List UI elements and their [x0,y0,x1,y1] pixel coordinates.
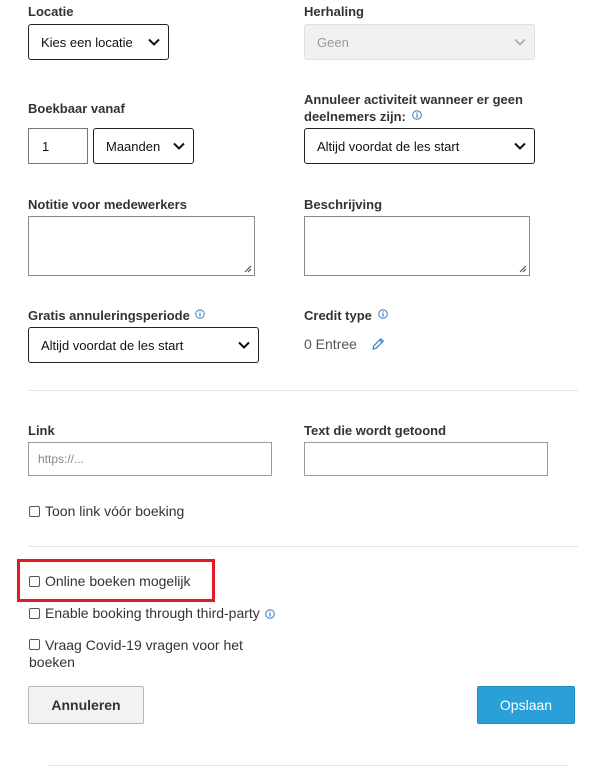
staff-note-textarea[interactable] [28,216,255,276]
chevron-down-icon [148,38,160,46]
free-cancel-select-value: Altijd voordat de les start [41,337,184,353]
covid-option[interactable]: Vraag Covid-19 vragen voor het boeken [29,637,279,671]
footer-divider [48,765,568,766]
cancel-activity-select-value: Altijd voordat de les start [317,138,460,154]
link-input-placeholder: https://... [38,452,85,466]
save-button[interactable]: Opslaan [477,686,575,724]
info-icon[interactable] [377,309,388,319]
location-label: Locatie [28,4,74,19]
staff-note-label: Notitie voor medewerkers [28,197,187,212]
link-text-input[interactable] [304,442,548,476]
chevron-down-icon [238,341,250,349]
third-party-label: Enable booking through third-party [45,605,260,621]
section-divider [28,546,578,547]
chevron-down-icon [514,38,526,46]
bookable-from-unit-value: Maanden [106,138,161,154]
cancel-activity-label: Annuleer activiteit wanneer er geen deel… [304,91,544,125]
bookable-from-label: Boekbaar vanaf [28,101,125,116]
chevron-down-icon [514,142,526,150]
online-booking-label: Online boeken mogelijk [45,573,191,589]
credit-type-display: 0 Entree [304,336,385,352]
cancel-activity-select[interactable]: Altijd voordat de les start [304,128,535,164]
bookable-from-number-input[interactable]: 1 [28,128,88,164]
free-cancel-label-text: Gratis annuleringsperiode [28,308,190,323]
covid-label: Vraag Covid-19 vragen voor het boeken [29,637,243,670]
location-select[interactable]: Kies een locatie [28,24,169,60]
bookable-from-unit-select[interactable]: Maanden [93,128,194,164]
link-text-value [305,443,547,475]
link-label: Link [28,423,55,438]
online-booking-option[interactable]: Online boeken mogelijk [29,573,191,589]
info-icon[interactable] [265,609,275,619]
description-label: Beschrijving [304,197,383,212]
repeat-label: Herhaling [304,4,364,19]
info-icon[interactable] [411,110,422,120]
credit-type-label: Credit type [304,307,388,324]
link-input[interactable]: https://... [28,442,272,476]
cancel-button[interactable]: Annuleren [28,686,144,724]
resize-handle-icon[interactable] [517,263,527,273]
section-divider [28,390,578,391]
resize-handle-icon[interactable] [242,263,252,273]
show-link-before-booking-checkbox[interactable] [29,506,40,517]
show-link-before-booking-label: Toon link vóór boeking [45,503,185,519]
third-party-option[interactable]: Enable booking through third-party [29,605,275,621]
repeat-select-value: Geen [317,34,349,50]
description-textarea[interactable] [304,216,530,276]
third-party-checkbox[interactable] [29,608,40,619]
location-select-value: Kies een locatie [41,34,133,50]
repeat-select: Geen [304,24,535,60]
online-booking-checkbox[interactable] [29,576,40,587]
info-icon[interactable] [195,309,206,319]
credit-type-label-text: Credit type [304,308,372,323]
credit-type-value: 0 Entree [304,336,357,352]
show-link-before-booking-option[interactable]: Toon link vóór boeking [29,503,184,519]
free-cancel-label: Gratis annuleringsperiode [28,307,206,324]
link-text-label: Text die wordt getoond [304,423,447,438]
pencil-icon[interactable] [371,337,385,351]
free-cancel-select[interactable]: Altijd voordat de les start [28,327,259,363]
chevron-down-icon [173,142,185,150]
